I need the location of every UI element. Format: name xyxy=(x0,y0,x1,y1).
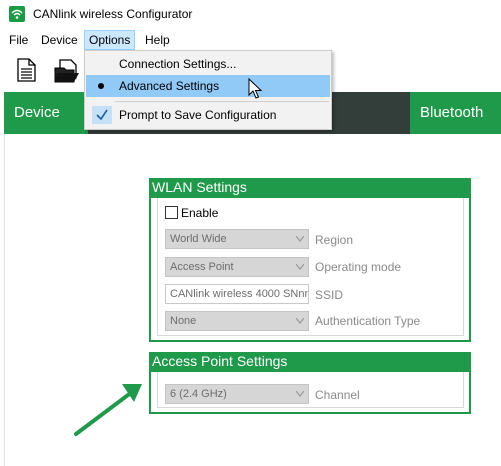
menu-item-advanced-settings[interactable]: Advanced Settings xyxy=(86,75,330,97)
checkmark-icon xyxy=(92,106,112,124)
region-value: World Wide xyxy=(170,233,227,245)
tab-bluetooth[interactable]: Bluetooth xyxy=(410,92,501,134)
new-document-icon[interactable] xyxy=(12,56,42,86)
connection-settings-label: Connection Settings... xyxy=(119,57,237,71)
chevron-down-icon xyxy=(296,236,304,242)
authentication-type-value: None xyxy=(170,315,197,327)
ssid-input[interactable]: CANlink wireless 4000 SNnn xyxy=(165,284,309,304)
options-dropdown-menu: Connection Settings... Advanced Settings… xyxy=(84,50,332,130)
tab-device[interactable]: Device xyxy=(4,92,88,134)
title-bar: CANlink wireless Configurator xyxy=(0,0,501,30)
menu-file[interactable]: File xyxy=(5,30,32,50)
mouse-cursor-icon xyxy=(248,78,262,99)
operating-mode-label: Operating mode xyxy=(315,260,402,274)
chevron-down-icon xyxy=(296,318,304,324)
chevron-down-icon xyxy=(296,391,304,397)
operating-mode-value: Access Point xyxy=(170,261,234,273)
menu-separator xyxy=(115,101,329,102)
enable-checkbox[interactable] xyxy=(165,206,178,219)
menu-item-connection-settings[interactable]: Connection Settings... xyxy=(86,53,330,75)
open-document-icon[interactable] xyxy=(52,56,82,86)
prompt-to-save-label: Prompt to Save Configuration xyxy=(119,108,277,122)
menu-help[interactable]: Help xyxy=(141,30,174,50)
menu-options[interactable]: Options xyxy=(84,30,136,50)
authentication-type-select[interactable]: None xyxy=(165,311,309,331)
region-label: Region xyxy=(315,233,354,247)
radio-bullet-icon xyxy=(98,83,104,89)
access-point-settings-header: Access Point Settings xyxy=(149,352,471,372)
region-select[interactable]: World Wide xyxy=(165,229,309,249)
menu-bar: File Device Options Help xyxy=(0,30,501,50)
wlan-settings-header: WLAN Settings xyxy=(149,178,471,198)
chevron-down-icon xyxy=(296,264,304,270)
app-window: CANlink wireless Configurator File Devic… xyxy=(0,0,501,466)
channel-label: Channel xyxy=(315,388,360,402)
advanced-settings-label: Advanced Settings xyxy=(119,79,220,93)
menu-item-prompt-to-save[interactable]: Prompt to Save Configuration xyxy=(86,104,330,126)
ssid-label: SSID xyxy=(315,288,344,302)
wifi-icon xyxy=(9,6,25,22)
authentication-type-label: Authentication Type xyxy=(315,314,421,328)
channel-value: 6 (2.4 GHz) xyxy=(170,388,227,400)
enable-label: Enable xyxy=(181,206,219,220)
channel-select[interactable]: 6 (2.4 GHz) xyxy=(165,384,309,404)
annotation-arrow-icon xyxy=(74,384,142,436)
operating-mode-select[interactable]: Access Point xyxy=(165,257,309,277)
window-title: CANlink wireless Configurator xyxy=(33,7,193,21)
menu-device[interactable]: Device xyxy=(37,30,82,50)
